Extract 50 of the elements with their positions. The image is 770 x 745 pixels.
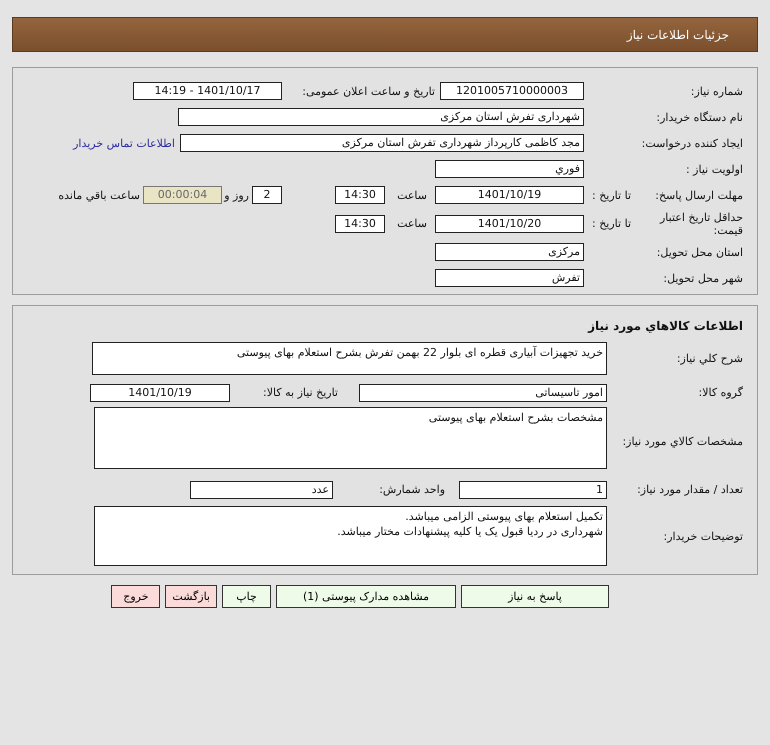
- field-label: تاریخ نیاز به کالا:: [262, 386, 338, 399]
- city-field: تفرش: [435, 269, 584, 287]
- field-label: مشخصات كالاي مورد نياز:: [621, 434, 743, 448]
- action-button[interactable]: پاسخ به نیاز: [461, 585, 609, 608]
- description-field: خرید تجهیزات آبیاری قطره ای بلوار 22 بهمن تفرش بشرح استعلام بهای پیوستی: [92, 342, 607, 375]
- field-label: ساعت: [396, 217, 427, 230]
- goods-group-field: امور تاسیساتی: [359, 384, 607, 402]
- action-button[interactable]: بازگشت: [165, 585, 217, 608]
- field-label: تعداد / مقدار مورد نیاز:: [636, 483, 743, 496]
- field-label: ساعت باقي مانده: [57, 188, 140, 202]
- unit-field: عدد: [190, 480, 333, 498]
- field-label: مهلت ارسال پاسخ:: [654, 188, 743, 202]
- field-label: تا تاریخ :: [591, 217, 631, 230]
- field-label: استان محل تحویل:: [656, 246, 743, 258]
- priority-field: فوري: [435, 160, 584, 178]
- province-field: مرکزی: [435, 243, 584, 261]
- field-label: ساعت: [396, 188, 427, 202]
- field-label: تاریخ و ساعت اعلان عمومی:: [301, 84, 435, 98]
- field-label: اولویت نیاز :: [684, 162, 743, 176]
- buyer-org-field: شهرداری تفرش استان مرکزی: [178, 108, 584, 126]
- date-field: 1401/10/20: [435, 214, 584, 232]
- specs-field: مشخصات بشرح استعلام بهای پیوستی: [94, 407, 607, 469]
- field-label: شماره نیاز:: [690, 84, 743, 98]
- need-number-field: 1201005710000003: [440, 82, 584, 100]
- action-button[interactable]: چاپ: [222, 585, 271, 608]
- action-button[interactable]: خروج: [111, 585, 160, 608]
- requester-field: مجد کاظمی کارپرداز شهرداری تفرش استان مرکزی: [180, 134, 584, 152]
- field-label: شرح كلي نياز:: [676, 352, 743, 365]
- field-label: شهر محل تحویل:: [662, 272, 743, 284]
- field-label: نام دستگاه خریدار:: [655, 110, 743, 124]
- contact-link[interactable]: اطلاعات تماس خریدار: [73, 136, 175, 150]
- days-field: 2: [252, 186, 282, 204]
- section-title: اطلاعات كالاهاي مورد نياز: [588, 318, 743, 335]
- page-title: جزئیات اطلاعات نیاز: [626, 28, 729, 42]
- field-label: توضیحات خریدار:: [662, 530, 743, 542]
- need-date-field: 1401/10/19: [90, 384, 230, 402]
- time-field: 14:30: [335, 186, 385, 204]
- quantity-field: 1: [459, 480, 607, 498]
- action-button[interactable]: مشاهده مدارک پیوستی (1): [276, 585, 456, 608]
- countdown-field: 00:00:04: [143, 186, 222, 204]
- field-label: روز و: [225, 188, 249, 202]
- date-field: 1401/10/19: [435, 186, 584, 204]
- field-label: گروه کالا:: [698, 386, 743, 399]
- notes-field: تکمیل استعلام بهای پیوستی الزامی میباشد. شهرداری در ردیا قبول یک یا کلیه پیشنهادات مختار میباشد.: [94, 506, 607, 566]
- field-label: تا تاریخ :: [591, 188, 631, 202]
- field-label: واحد شمارش:: [378, 483, 445, 496]
- announce-date-field: 1401/10/17 - 14:19: [133, 82, 282, 100]
- time-field: 14:30: [335, 214, 385, 232]
- field-label: حداقل تاریخ اعتبار قیمت:: [658, 210, 743, 236]
- field-label: ایجاد کننده درخواست:: [640, 136, 743, 150]
